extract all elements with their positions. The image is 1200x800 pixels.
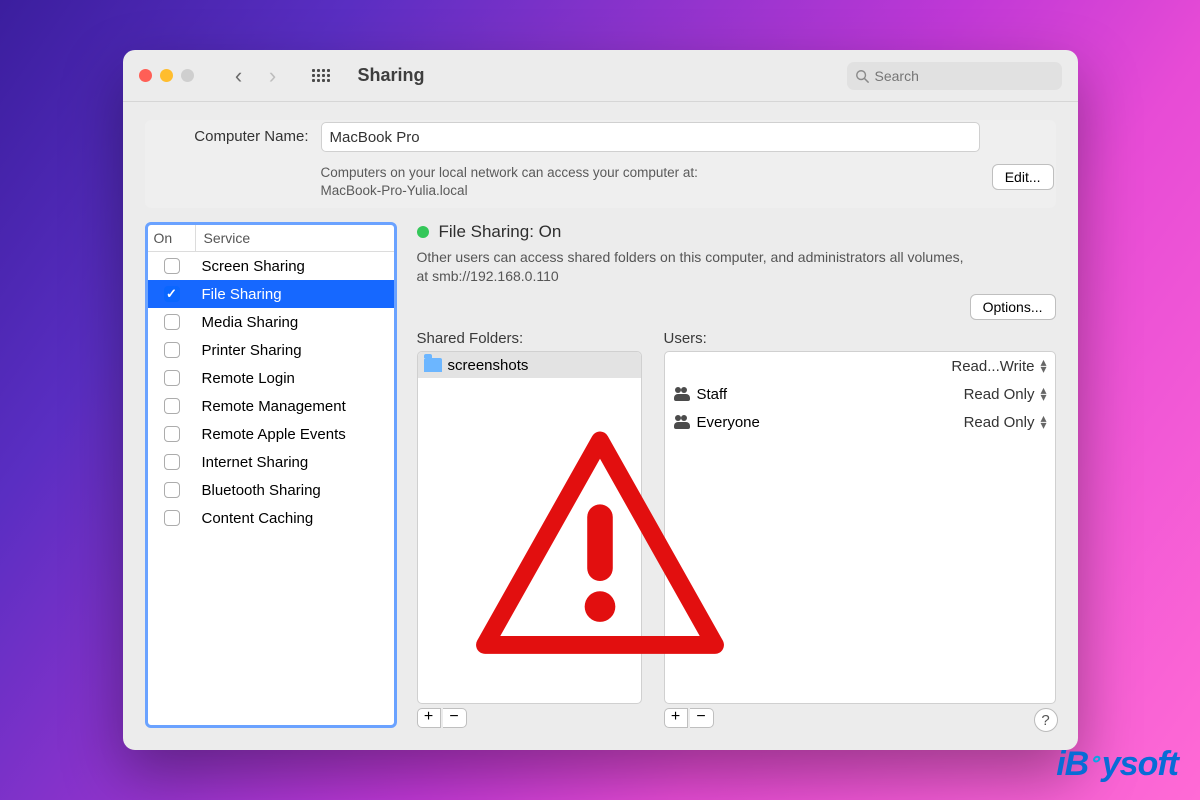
service-checkbox[interactable] bbox=[164, 454, 180, 470]
users-icon bbox=[673, 415, 691, 429]
user-row[interactable]: Staff Read Only ▴▾ bbox=[665, 380, 1055, 408]
window-title: Sharing bbox=[358, 65, 425, 86]
status-line: File Sharing: On bbox=[417, 222, 1056, 242]
services-header-on: On bbox=[148, 225, 196, 251]
services-header-service: Service bbox=[196, 225, 394, 251]
nav-arrows: ‹ › bbox=[224, 62, 288, 90]
service-label: Remote Login bbox=[196, 370, 394, 387]
permission-value: Read...Write bbox=[951, 358, 1034, 375]
service-checkbox[interactable] bbox=[164, 482, 180, 498]
service-label: Remote Apple Events bbox=[196, 426, 394, 443]
shared-folder-label: screenshots bbox=[448, 357, 529, 374]
sharing-preferences-window: ‹ › Sharing Computer Name: Computers on … bbox=[123, 50, 1078, 750]
computer-name-block: Computer Name: Computers on your local n… bbox=[145, 120, 1056, 208]
service-row-bluetooth-sharing[interactable]: Bluetooth Sharing bbox=[148, 476, 394, 504]
service-row-remote-login[interactable]: Remote Login bbox=[148, 364, 394, 392]
users-icon bbox=[673, 387, 691, 401]
service-row-internet-sharing[interactable]: Internet Sharing bbox=[148, 448, 394, 476]
help-button[interactable]: ? bbox=[1034, 708, 1058, 732]
add-shared-folder-button[interactable]: + bbox=[417, 708, 441, 728]
back-button[interactable]: ‹ bbox=[224, 62, 254, 90]
permission-select[interactable]: Read Only ▴▾ bbox=[964, 386, 1047, 403]
minimize-window-button[interactable] bbox=[160, 69, 173, 82]
show-all-button[interactable] bbox=[306, 62, 336, 90]
remove-user-button[interactable]: − bbox=[690, 708, 714, 728]
permission-value: Read Only bbox=[964, 414, 1035, 431]
search-input[interactable] bbox=[875, 68, 1056, 84]
main-row: On Service Screen Sharing File Sharing Med… bbox=[145, 222, 1056, 728]
chevron-right-icon: › bbox=[269, 63, 276, 89]
service-label: Screen Sharing bbox=[196, 258, 394, 275]
service-checkbox[interactable] bbox=[164, 314, 180, 330]
stepper-arrows-icon: ▴▾ bbox=[1040, 387, 1046, 401]
computer-name-hint: Computers on your local network can acce… bbox=[321, 164, 980, 200]
services-header: On Service bbox=[148, 225, 394, 252]
service-label: Media Sharing bbox=[196, 314, 394, 331]
users-controls: + − bbox=[664, 708, 1056, 728]
zoom-window-button[interactable] bbox=[181, 69, 194, 82]
service-label: Bluetooth Sharing bbox=[196, 482, 394, 499]
users-title: Users: bbox=[664, 330, 1056, 347]
status-indicator-icon bbox=[417, 226, 429, 238]
edit-hostname-button[interactable]: Edit... bbox=[992, 164, 1054, 190]
service-checkbox[interactable] bbox=[164, 342, 180, 358]
service-checkbox[interactable] bbox=[164, 426, 180, 442]
status-description: Other users can access shared folders on… bbox=[417, 248, 977, 286]
service-row-media-sharing[interactable]: Media Sharing bbox=[148, 308, 394, 336]
options-button[interactable]: Options... bbox=[970, 294, 1056, 320]
stepper-arrows-icon: ▴▾ bbox=[1040, 359, 1046, 373]
service-row-file-sharing[interactable]: File Sharing bbox=[148, 280, 394, 308]
service-checkbox[interactable] bbox=[164, 370, 180, 386]
service-row-printer-sharing[interactable]: Printer Sharing bbox=[148, 336, 394, 364]
search-icon bbox=[855, 69, 869, 83]
shared-folders-panel: Shared Folders: screenshots + − bbox=[417, 330, 642, 728]
grid-icon bbox=[312, 69, 330, 82]
permission-select[interactable]: Read...Write ▴▾ bbox=[951, 358, 1046, 375]
service-checkbox[interactable] bbox=[164, 398, 180, 414]
forward-button: › bbox=[258, 62, 288, 90]
service-checkbox[interactable] bbox=[164, 510, 180, 526]
computer-name-label: Computer Name: bbox=[194, 122, 308, 145]
close-window-button[interactable] bbox=[139, 69, 152, 82]
content-area: Computer Name: Computers on your local n… bbox=[123, 102, 1078, 750]
user-row[interactable]: Read...Write ▴▾ bbox=[665, 352, 1055, 380]
window-toolbar: ‹ › Sharing bbox=[123, 50, 1078, 102]
service-label: Internet Sharing bbox=[196, 454, 394, 471]
users-panel: Users: Read...Write▴▾StaffRead Only▴▾Eve… bbox=[664, 330, 1056, 728]
search-field-wrap[interactable] bbox=[847, 62, 1062, 90]
service-row-content-caching[interactable]: Content Caching bbox=[148, 504, 394, 532]
folders-users-row: Shared Folders: screenshots + − Users: R… bbox=[417, 330, 1056, 728]
service-label: Remote Management bbox=[196, 398, 394, 415]
chevron-left-icon: ‹ bbox=[235, 63, 242, 89]
service-label: File Sharing bbox=[196, 286, 394, 303]
shared-folders-title: Shared Folders: bbox=[417, 330, 642, 347]
watermark-logo: iB∘ysoft bbox=[1056, 745, 1178, 784]
shared-folders-controls: + − bbox=[417, 708, 642, 728]
shared-folder-item[interactable]: screenshots bbox=[418, 352, 641, 378]
service-row-screen-sharing[interactable]: Screen Sharing bbox=[148, 252, 394, 280]
traffic-lights bbox=[139, 69, 194, 82]
service-detail-panel: File Sharing: On Other users can access … bbox=[417, 222, 1056, 728]
service-row-remote-apple-events[interactable]: Remote Apple Events bbox=[148, 420, 394, 448]
service-checkbox[interactable] bbox=[164, 258, 180, 274]
users-list[interactable]: Read...Write ▴▾ Staff Read Only ▴▾ Everyone Re… bbox=[664, 351, 1056, 704]
computer-name-input[interactable] bbox=[321, 122, 980, 152]
services-list[interactable]: On Service Screen Sharing File Sharing Med… bbox=[145, 222, 397, 728]
service-checkbox[interactable] bbox=[164, 286, 180, 302]
remove-shared-folder-button[interactable]: − bbox=[443, 708, 467, 728]
folder-icon bbox=[424, 358, 442, 372]
shared-folders-list[interactable]: screenshots bbox=[417, 351, 642, 704]
permission-value: Read Only bbox=[964, 386, 1035, 403]
service-label: Printer Sharing bbox=[196, 342, 394, 359]
add-user-button[interactable]: + bbox=[664, 708, 688, 728]
user-row[interactable]: Everyone Read Only ▴▾ bbox=[665, 408, 1055, 436]
stepper-arrows-icon: ▴▾ bbox=[1040, 415, 1046, 429]
user-name: Staff bbox=[697, 386, 728, 403]
user-name: Everyone bbox=[697, 414, 760, 431]
service-label: Content Caching bbox=[196, 510, 394, 527]
permission-select[interactable]: Read Only ▴▾ bbox=[964, 414, 1047, 431]
status-title: File Sharing: On bbox=[439, 222, 562, 242]
service-row-remote-management[interactable]: Remote Management bbox=[148, 392, 394, 420]
